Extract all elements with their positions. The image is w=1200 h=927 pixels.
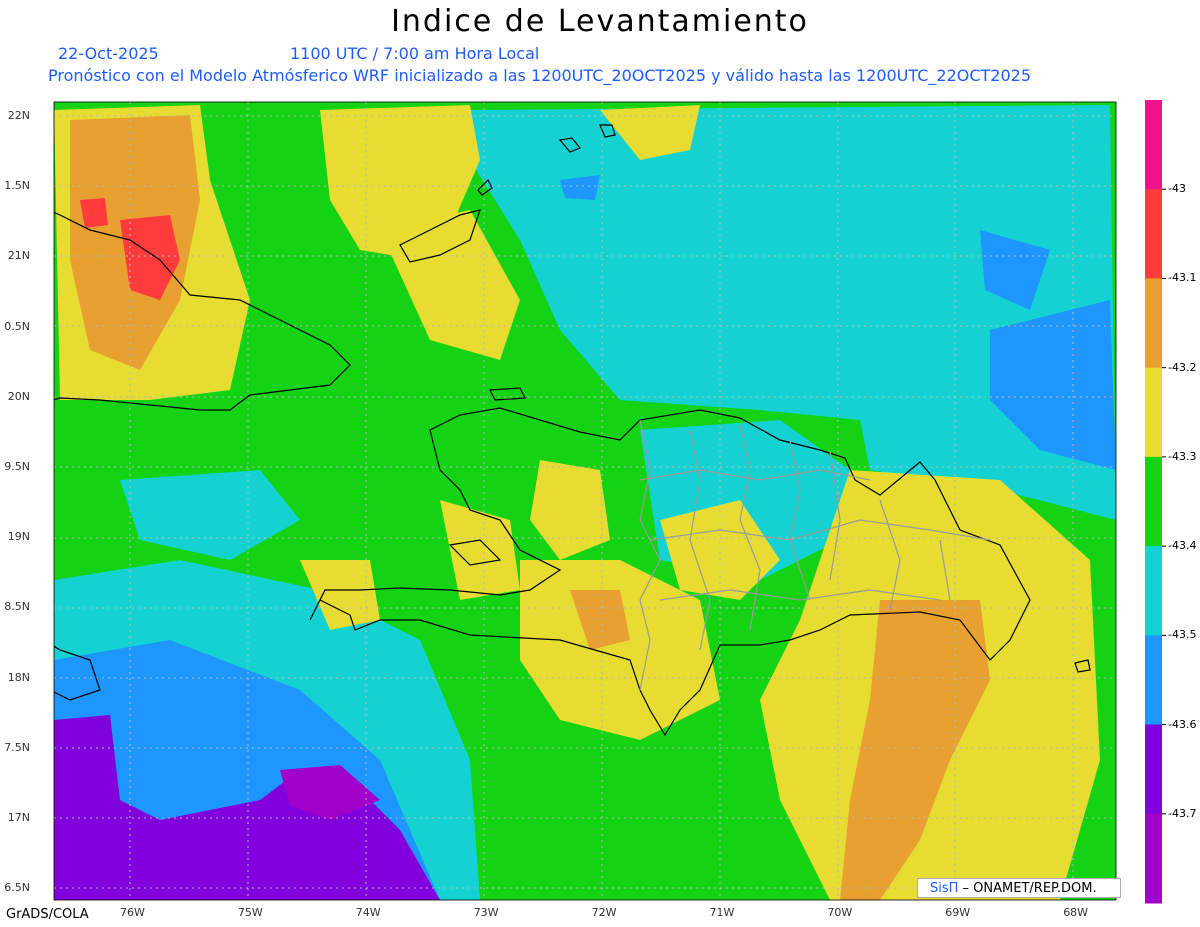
- colorbar-label: -43.2: [1168, 360, 1197, 374]
- lat-label: 17N: [7, 811, 30, 824]
- lon-label: 69W: [945, 906, 971, 919]
- colorbar-segment: [1145, 456, 1162, 547]
- onamet-logo: SisΠ – ONAMET/REP.DOM.: [917, 878, 1121, 898]
- grads-credit: GrADS/COLA: [6, 907, 89, 922]
- lat-label: 1.5N: [4, 179, 30, 193]
- lat-label: 8.5N: [4, 600, 30, 614]
- colorbar-segment: [1145, 367, 1162, 458]
- lifted-index-field: [54, 102, 1116, 900]
- lat-label: 0.5N: [4, 319, 30, 333]
- lon-label: 75W: [237, 906, 263, 919]
- colorbar-segment: [1145, 813, 1162, 904]
- lat-label: 21N: [7, 249, 30, 263]
- lat-label: 9.5N: [4, 460, 30, 473]
- colorbar-label: -43.7: [1168, 806, 1197, 820]
- lat-label: 7.5N: [4, 740, 30, 754]
- lon-label: 74W: [355, 906, 381, 919]
- lon-label: 68W: [1063, 906, 1089, 919]
- lon-label: 71W: [709, 906, 735, 919]
- colorbar-segment: [1145, 100, 1162, 190]
- colorbar-label: -43.4: [1168, 539, 1197, 553]
- colorbar-label: -43: [1168, 182, 1186, 196]
- lat-label: 18N: [7, 670, 30, 684]
- colorbar-label: -43.5: [1168, 628, 1197, 642]
- weather-map: [53, 100, 1166, 904]
- colorbar-label: -43.3: [1168, 449, 1197, 463]
- colorbar-segment: [1145, 724, 1162, 815]
- onamet-text: – ONAMET/REP.DOM.: [958, 881, 1097, 896]
- lon-label: 72W: [591, 906, 617, 919]
- lat-label: 20N: [7, 389, 30, 403]
- lon-label: 70W: [827, 906, 853, 919]
- colorbar-segment: [1145, 189, 1162, 279]
- colorbar-segment: [1145, 546, 1162, 636]
- colorbar-label: -43.1: [1168, 271, 1197, 285]
- colorbar-label: -43.6: [1168, 717, 1197, 731]
- lat-label: 19N: [7, 530, 30, 544]
- colorbar-segment: [1145, 635, 1162, 726]
- colorbar-segment: [1145, 278, 1162, 369]
- lat-label: 6.5N: [4, 881, 30, 895]
- lat-label: 22N: [7, 109, 30, 122]
- lon-label: 76W: [120, 906, 145, 919]
- sis-logo-text: SisΠ: [930, 881, 959, 896]
- lon-label: 73W: [473, 906, 499, 919]
- colorbar: [1145, 100, 1166, 904]
